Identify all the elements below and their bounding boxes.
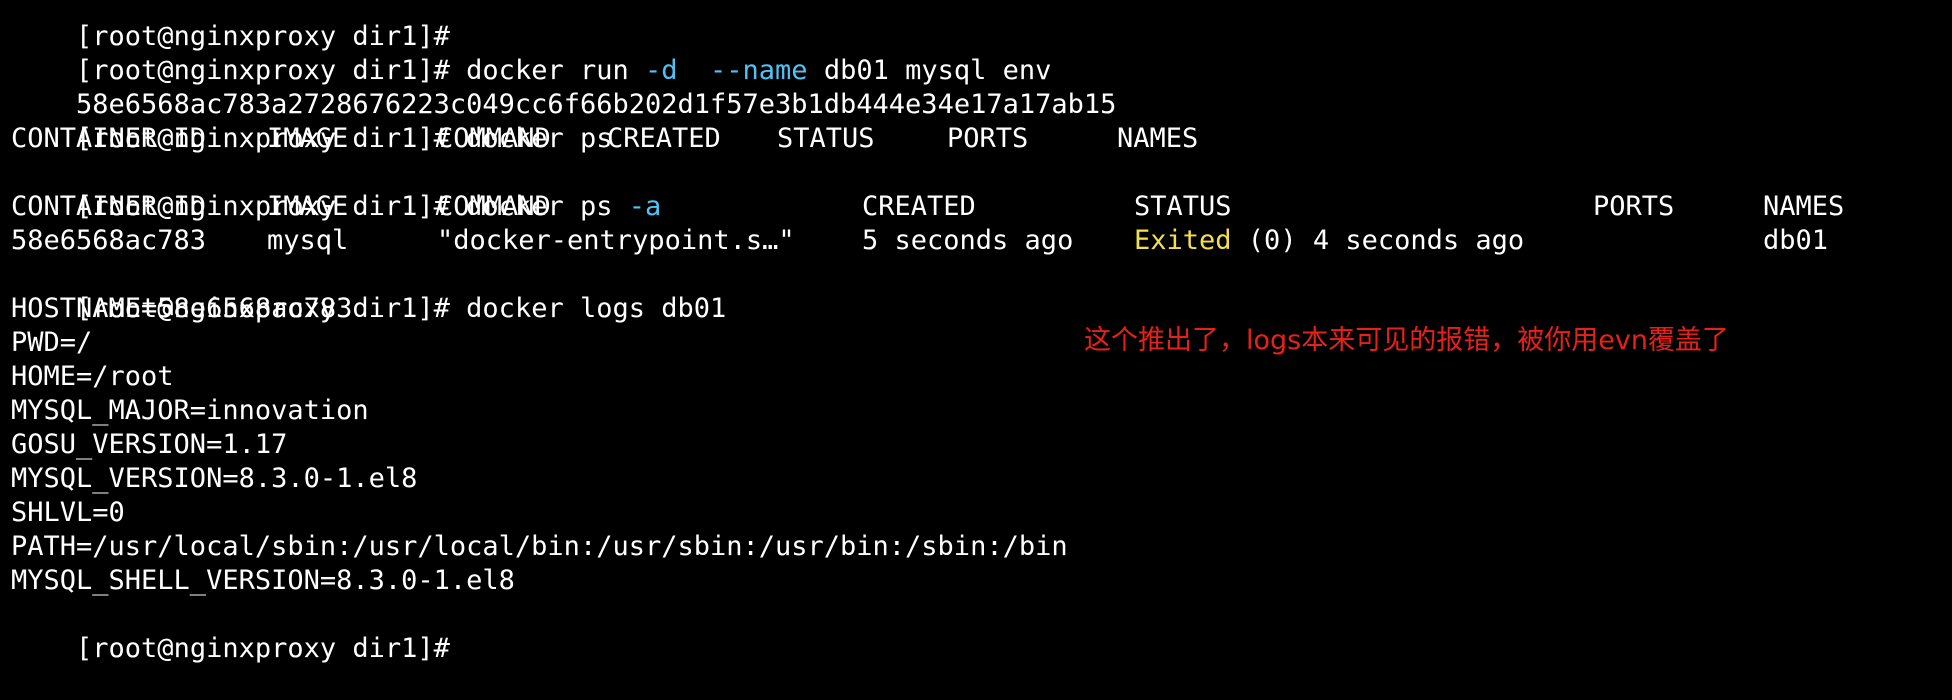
shell-prompt: [root@nginxproxy dir1]#	[76, 633, 450, 664]
ps-a-data-row: 58e6568ac783 mysql "docker-entrypoint.s……	[11, 224, 1941, 258]
log-line: SHLVL=0	[11, 497, 125, 528]
ps-cell-status: Exited (0) 4 seconds ago	[1134, 224, 1524, 258]
ps-header-created: CREATED	[607, 123, 721, 154]
ps-a-header-names: NAMES	[1763, 191, 1845, 222]
terminal-line-prompt-partial: [root@nginxproxy dir1]#	[11, 0, 1941, 52]
ps-header-image: IMAGE	[267, 123, 349, 154]
red-annotation-note: 这个推出了，logs本来可见的报错，被你用evn覆盖了	[1084, 325, 1729, 356]
terminal-line-docker-run: [root@nginxproxy dir1]# docker run -d --…	[11, 20, 1941, 86]
terminal-line-docker-logs: [root@nginxproxy dir1]# docker logs db01	[11, 258, 1941, 324]
ps-a-header-status: STATUS	[1134, 191, 1232, 222]
ps-a-header-container-id: CONTAINER ID	[11, 191, 207, 222]
ps-cell-container-id: 58e6568ac783	[11, 225, 207, 256]
ps-cell-created: 5 seconds ago	[862, 225, 1074, 256]
log-line: HOME=/root	[11, 361, 174, 392]
ps-a-header-image: IMAGE	[267, 191, 349, 222]
terminal-window[interactable]: { "terminal": { "prompt": "[root@nginxpr…	[0, 0, 1952, 664]
terminal-line-container-id: 58e6568ac783a2728676223c049cc6f66b202d1f…	[11, 54, 1941, 120]
ps-cell-names: db01	[1763, 225, 1829, 256]
ps-cell-image: mysql	[267, 225, 349, 256]
terminal-output[interactable]: [root@nginxproxy dir1]# [root@nginxproxy…	[11, 0, 1941, 664]
log-line: MYSQL_SHELL_VERSION=8.3.0-1.el8	[11, 565, 515, 596]
ps-header-status: STATUS	[777, 123, 875, 154]
ps-a-header-ports: PORTS	[1593, 191, 1675, 222]
status-exited-badge: Exited	[1134, 225, 1232, 256]
ps-a-header-command: COMMAND	[437, 191, 551, 222]
ps-a-header-created: CREATED	[862, 191, 976, 222]
log-line: GOSU_VERSION=1.17	[11, 429, 288, 460]
terminal-line-docker-ps-a: [root@nginxproxy dir1]# docker ps -a	[11, 156, 1941, 222]
ps-header-ports: PORTS	[947, 123, 1029, 154]
log-line: MYSQL_VERSION=8.3.0-1.el8	[11, 463, 418, 494]
ps-a-header-row: CONTAINER ID IMAGE COMMAND CREATED STATU…	[11, 190, 1941, 224]
ps-header-row: CONTAINER ID IMAGE COMMAND CREATED STATU…	[11, 122, 1941, 156]
terminal-line-docker-ps: [root@nginxproxy dir1]# docker ps	[11, 88, 1941, 154]
ps-header-command: COMMAND	[437, 123, 551, 154]
status-detail: (0) 4 seconds ago	[1231, 225, 1525, 256]
log-line: PATH=/usr/local/sbin:/usr/local/bin:/usr…	[11, 531, 1068, 562]
terminal-line-prompt-last: [root@nginxproxy dir1]#	[11, 598, 1941, 664]
ps-header-names: NAMES	[1117, 123, 1199, 154]
ps-cell-command: "docker-entrypoint.s…"	[437, 225, 795, 256]
ps-header-container-id: CONTAINER ID	[11, 123, 207, 154]
log-line: MYSQL_MAJOR=innovation	[11, 395, 369, 426]
